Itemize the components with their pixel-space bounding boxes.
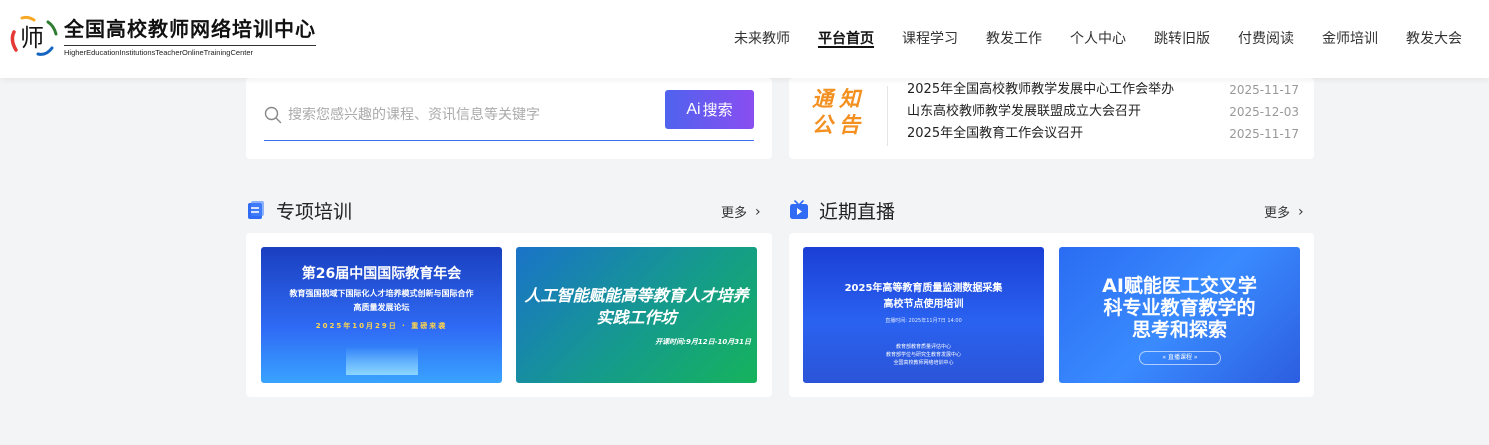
nav-item-personal-center[interactable]: 个人中心 xyxy=(1070,0,1126,78)
search-button-label: 搜索 xyxy=(702,102,733,119)
svg-text:师: 师 xyxy=(20,24,44,52)
notice-badge: 通知 公告 xyxy=(812,87,866,137)
nav-item-old-version[interactable]: 跳转旧版 xyxy=(1154,0,1210,78)
tv-icon xyxy=(789,200,809,220)
search-input[interactable] xyxy=(288,107,668,123)
notice-date: 2025-12-03 xyxy=(1229,105,1299,119)
training-thumbnail[interactable]: 人工智能赋能高等教育人才培养 实践工作坊 开课时间:9月12日-10月31日 xyxy=(516,247,757,383)
logo-title-en: HigherEducationInstitutionsTeacherOnline… xyxy=(64,44,316,57)
training-more-link[interactable]: 更多 › xyxy=(721,202,761,222)
section-title: 专项培训 xyxy=(276,200,353,223)
notice-divider xyxy=(887,86,888,146)
live-card: 2025年高等教育质量监测数据采集 高校节点使用培训 直播时间: 2025年11… xyxy=(789,233,1314,397)
nav-item-paid-reading[interactable]: 付费阅读 xyxy=(1238,0,1294,78)
live-section-header: 近期直播 xyxy=(789,198,896,223)
nav-item-conference[interactable]: 教发大会 xyxy=(1406,0,1462,78)
main-nav: 未来教师 平台首页 课程学习 教发工作 个人中心 跳转旧版 付费阅读 金师培训 … xyxy=(706,0,1462,78)
notice-list: 2025年全国高校教师教学发展中心工作会举办 2025-11-17 山东高校教师… xyxy=(907,79,1299,145)
live-thumbnail[interactable]: AI赋能医工交叉学 科专业教育教学的 思考和探索 « 直播课程 » xyxy=(1059,247,1300,383)
chevron-right-icon: › xyxy=(755,203,761,220)
nav-item-faculty-dev[interactable]: 教发工作 xyxy=(986,0,1042,78)
notice-item[interactable]: 2025年全国教育工作会议召开 2025-11-17 xyxy=(907,123,1299,145)
notice-date: 2025-11-17 xyxy=(1229,83,1299,97)
notice-title[interactable]: 2025年全国教育工作会议召开 xyxy=(907,123,1175,145)
logo-emblem: 师 xyxy=(8,10,60,62)
nav-item-future-teacher[interactable]: 未来教师 xyxy=(734,0,790,78)
ai-icon: Ai xyxy=(686,100,701,118)
training-card: 第26届中国国际教育年会 教育强国视域下国际化人才培养模式创新与国际合作 高质量… xyxy=(246,233,772,397)
nav-item-courses[interactable]: 课程学习 xyxy=(902,0,958,78)
training-thumbnail[interactable]: 第26届中国国际教育年会 教育强国视域下国际化人才培养模式创新与国际合作 高质量… xyxy=(261,247,502,383)
notice-card: 通知 公告 2025年全国高校教师教学发展中心工作会举办 2025-11-17 … xyxy=(789,78,1314,159)
decorative-glow xyxy=(346,347,418,375)
site-logo[interactable]: 师 全国高校教师网络培训中心 HigherEducationInstitutio… xyxy=(8,10,316,62)
nav-item-gold-teacher[interactable]: 金师培训 xyxy=(1322,0,1378,78)
notice-item[interactable]: 2025年全国高校教师教学发展中心工作会举办 2025-11-17 xyxy=(907,79,1299,101)
section-title: 近期直播 xyxy=(819,200,896,223)
live-course-pill: « 直播课程 » xyxy=(1139,351,1221,365)
search-button[interactable]: Ai 搜索 xyxy=(665,90,754,129)
notice-title[interactable]: 山东高校教师教学发展联盟成立大会召开 xyxy=(907,101,1175,123)
chevron-right-icon: › xyxy=(1298,203,1304,220)
search-bar: Ai 搜索 xyxy=(264,90,754,141)
top-header: 师 全国高校教师网络培训中心 HigherEducationInstitutio… xyxy=(0,0,1489,78)
search-card: Ai 搜索 xyxy=(246,78,772,159)
live-thumbnail[interactable]: 2025年高等教育质量监测数据采集 高校节点使用培训 直播时间: 2025年11… xyxy=(803,247,1044,383)
notice-title[interactable]: 2025年全国高校教师教学发展中心工作会举办 xyxy=(907,79,1175,101)
logo-title-cn: 全国高校教师网络培训中心 xyxy=(64,16,316,41)
nav-item-home[interactable]: 平台首页 xyxy=(818,0,874,78)
notice-item[interactable]: 山东高校教师教学发展联盟成立大会召开 2025-12-03 xyxy=(907,101,1299,123)
notice-date: 2025-11-17 xyxy=(1229,127,1299,141)
live-more-link[interactable]: 更多 › xyxy=(1264,202,1304,222)
training-section-header: 专项培训 xyxy=(246,198,353,223)
document-list-icon xyxy=(246,200,266,220)
search-icon xyxy=(264,106,282,124)
